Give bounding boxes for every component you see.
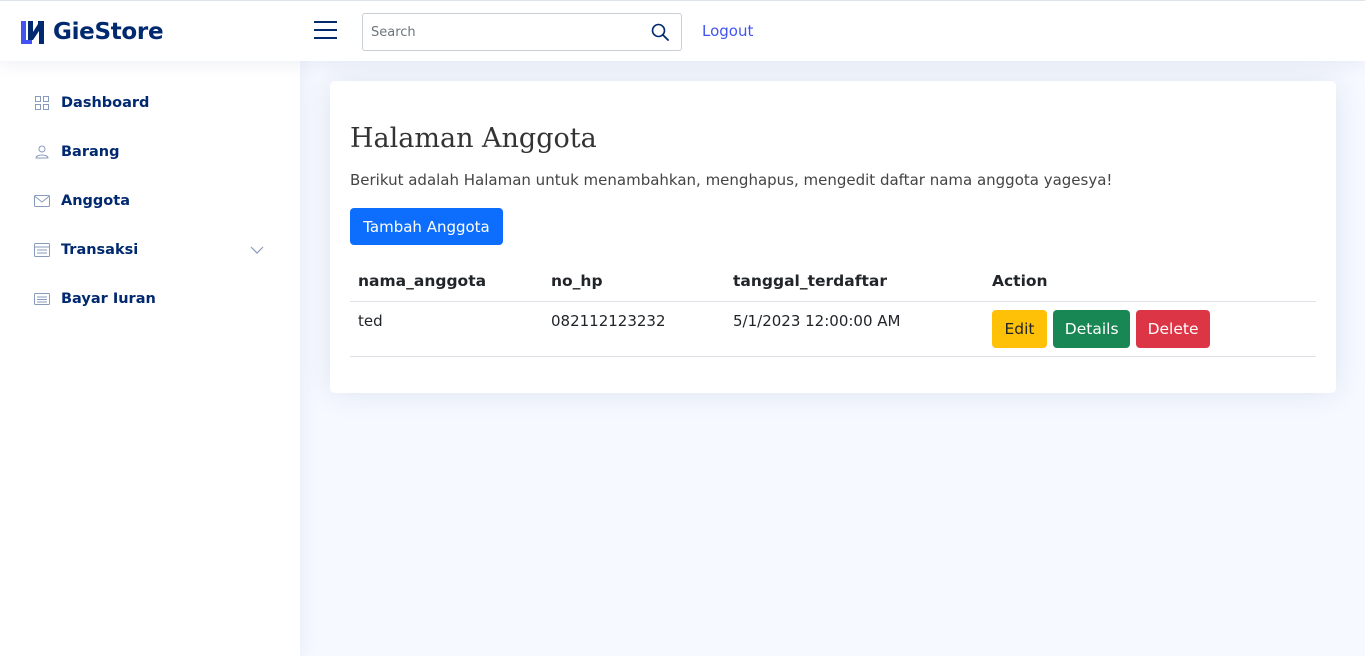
- sidebar-item-dashboard[interactable]: Dashboard: [20, 83, 280, 123]
- search-bar: [362, 13, 682, 51]
- top-header: GieStore Logout: [0, 0, 1365, 61]
- sidebar-item-label: Transaksi: [61, 242, 139, 258]
- column-header-tanggal-terdaftar: tanggal_terdaftar: [725, 261, 984, 302]
- card-list-icon: [34, 291, 50, 307]
- logo-icon: [21, 21, 44, 44]
- sidebar-item-label: Dashboard: [61, 95, 150, 111]
- column-header-no-hp: no_hp: [543, 261, 725, 302]
- grid-icon: [34, 95, 50, 111]
- details-button[interactable]: Details: [1052, 309, 1130, 348]
- sidebar-item-label: Anggota: [61, 193, 130, 209]
- cell-no-hp: 082112123232: [543, 301, 725, 357]
- add-member-button[interactable]: Tambah Anggota: [350, 208, 503, 245]
- page-title: Halaman Anggota: [350, 123, 597, 154]
- app-name: GieStore: [53, 18, 164, 45]
- sidebar-item-anggota[interactable]: Anggota: [20, 181, 280, 221]
- layout-text-window-icon: [34, 242, 50, 258]
- edit-button[interactable]: Edit: [992, 309, 1047, 348]
- sidebar-item-label: Bayar Iuran: [61, 291, 156, 307]
- table-row: ted 082112123232 5/1/2023 12:00:00 AM Ed…: [350, 301, 1316, 357]
- sidebar-item-label: Barang: [61, 144, 120, 160]
- delete-button[interactable]: Delete: [1135, 309, 1210, 348]
- cell-nama-anggota: ted: [350, 301, 543, 357]
- logout-link[interactable]: Logout: [702, 22, 753, 40]
- cell-tanggal-terdaftar: 5/1/2023 12:00:00 AM: [725, 301, 984, 357]
- members-table: nama_anggota no_hp tanggal_terdaftar Act…: [350, 261, 1316, 357]
- sidebar-item-transaksi[interactable]: Transaksi: [20, 230, 280, 270]
- logo[interactable]: GieStore: [19, 18, 164, 45]
- page-description: Berikut adalah Halaman untuk menambahkan…: [350, 171, 1113, 189]
- sidebar-item-bayar-iuran[interactable]: Bayar Iuran: [20, 279, 280, 319]
- menu-toggle-icon[interactable]: [314, 21, 337, 41]
- person-icon: [34, 144, 50, 160]
- column-header-action: Action: [984, 261, 1316, 302]
- cell-actions: Edit Details Delete: [984, 301, 1316, 357]
- search-icon[interactable]: [651, 23, 669, 41]
- chevron-down-icon[interactable]: [250, 243, 264, 257]
- table-header-row: nama_anggota no_hp tanggal_terdaftar Act…: [350, 261, 1316, 302]
- main-card: Halaman Anggota Berikut adalah Halaman u…: [330, 81, 1336, 393]
- envelope-icon: [34, 193, 50, 209]
- search-input[interactable]: [363, 14, 633, 50]
- sidebar: Dashboard Barang Anggota Transaksi Bayar…: [0, 61, 300, 656]
- sidebar-item-barang[interactable]: Barang: [20, 132, 280, 172]
- column-header-nama-anggota: nama_anggota: [350, 261, 543, 302]
